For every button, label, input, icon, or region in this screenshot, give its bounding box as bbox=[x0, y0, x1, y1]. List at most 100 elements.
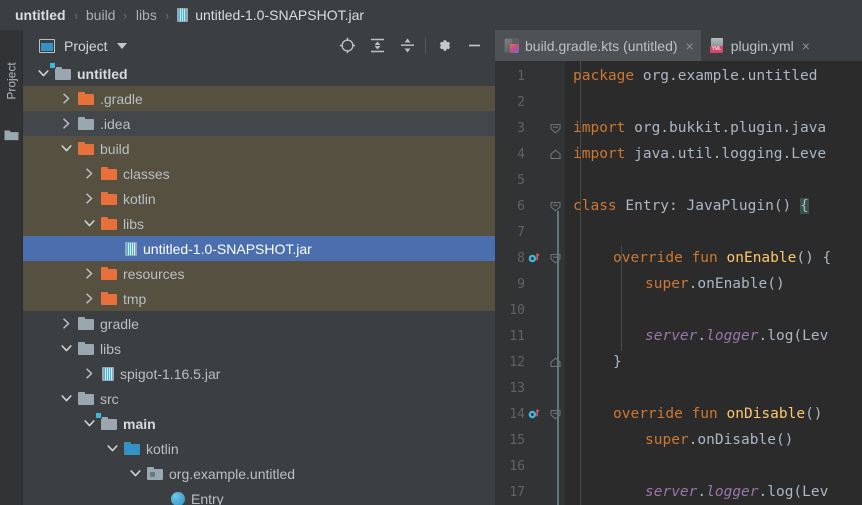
editor-tab[interactable]: build.gradle.kts (untitled)× bbox=[495, 30, 701, 61]
module-folder-icon bbox=[55, 67, 71, 81]
collapse-all-icon[interactable] bbox=[392, 30, 422, 61]
project-panel-title: Project bbox=[64, 38, 108, 54]
line-number: 3 bbox=[495, 121, 525, 136]
fold-collapse-icon[interactable] bbox=[548, 253, 562, 264]
line-number: 10 bbox=[495, 303, 525, 318]
code-token: { bbox=[800, 198, 809, 214]
code-token: logger bbox=[706, 328, 758, 344]
chevron-down-icon[interactable] bbox=[36, 61, 50, 86]
chevron-right-icon[interactable] bbox=[82, 286, 96, 311]
tree-row[interactable]: untitled-1.0-SNAPSHOT.jar bbox=[23, 236, 495, 261]
tree-row[interactable]: untitled bbox=[23, 61, 495, 86]
folder-icon[interactable] bbox=[4, 128, 19, 140]
code-line: override fun onDisable() bbox=[565, 401, 862, 427]
chevron-right-icon[interactable] bbox=[59, 311, 73, 336]
chevron-right-icon[interactable] bbox=[82, 161, 96, 186]
fold-collapse-icon[interactable] bbox=[548, 201, 562, 212]
breadcrumb-item-build[interactable]: build bbox=[84, 7, 118, 23]
editor-gutter[interactable]: 1234567891011121314151617 bbox=[495, 61, 565, 505]
tree-row[interactable]: classes bbox=[23, 161, 495, 186]
gutter-line: 3 bbox=[495, 115, 565, 141]
code-line: } bbox=[565, 349, 862, 375]
tree-row[interactable]: .idea bbox=[23, 111, 495, 136]
chevron-right-icon[interactable] bbox=[59, 111, 73, 136]
breadcrumb-item-untitled-1-0-snapshot-jar[interactable]: untitled-1.0-SNAPSHOT.jar bbox=[193, 7, 366, 23]
code-token: package bbox=[573, 68, 643, 84]
hide-panel-icon[interactable] bbox=[459, 30, 489, 61]
gutter-line: 13 bbox=[495, 375, 565, 401]
fold-end-icon[interactable] bbox=[548, 149, 562, 160]
tree-row-label: kotlin bbox=[146, 441, 179, 457]
chevron-down-icon[interactable] bbox=[117, 43, 127, 49]
tree-row[interactable]: tmp bbox=[23, 286, 495, 311]
chevron-right-icon[interactable] bbox=[82, 361, 96, 386]
tree-row[interactable]: org.example.untitled bbox=[23, 461, 495, 486]
chevron-right-icon[interactable] bbox=[82, 186, 96, 211]
tree-row[interactable]: gradle bbox=[23, 311, 495, 336]
code-token: org.bukkit.plugin.java bbox=[634, 120, 826, 136]
tree-row[interactable]: kotlin bbox=[23, 436, 495, 461]
jar-icon bbox=[125, 242, 137, 256]
chevron-down-icon[interactable] bbox=[128, 461, 142, 486]
project-file-tree[interactable]: untitled.gradle.ideabuildclasseskotlinli… bbox=[23, 61, 495, 505]
tree-row[interactable]: Entry bbox=[23, 486, 495, 505]
folder-icon bbox=[101, 267, 117, 281]
run-gutter-icon[interactable] bbox=[528, 252, 542, 265]
editor-tab-label: plugin.yml bbox=[731, 38, 794, 54]
tree-row[interactable]: .gradle bbox=[23, 86, 495, 111]
chevron-down-icon[interactable] bbox=[59, 136, 73, 161]
tree-indent-spacer bbox=[105, 236, 119, 261]
code-line: override fun onEnable() { bbox=[565, 245, 862, 271]
gradle-kts-file-icon bbox=[504, 38, 519, 53]
tree-row-label: .gradle bbox=[100, 91, 143, 107]
chevron-down-icon[interactable] bbox=[59, 336, 73, 361]
project-window-icon bbox=[39, 39, 55, 53]
code-line: import java.util.logging.Leve bbox=[565, 141, 862, 167]
tool-strip-button-project[interactable]: Project bbox=[0, 36, 23, 126]
code-surface[interactable]: package org.example.untitledimport org.b… bbox=[565, 61, 862, 505]
tree-row[interactable]: resources bbox=[23, 261, 495, 286]
tree-row-label: classes bbox=[123, 166, 170, 182]
code-token: class bbox=[573, 198, 625, 214]
breadcrumb-separator: › bbox=[70, 8, 82, 23]
folder-icon bbox=[101, 292, 117, 306]
editor-area: build.gradle.kts (untitled)×YMLplugin.ym… bbox=[495, 30, 862, 505]
code-token: } bbox=[613, 354, 622, 370]
code-line: server.logger.log(Lev bbox=[565, 323, 862, 349]
fold-end-icon[interactable] bbox=[548, 357, 562, 368]
code-token: JavaPlugin() bbox=[687, 198, 801, 214]
tree-row[interactable]: spigot-1.16.5.jar bbox=[23, 361, 495, 386]
tree-row[interactable]: build bbox=[23, 136, 495, 161]
breadcrumb-item-libs[interactable]: libs bbox=[134, 7, 159, 23]
line-number: 13 bbox=[495, 381, 525, 396]
close-icon[interactable]: × bbox=[802, 39, 810, 53]
tree-row[interactable]: main bbox=[23, 411, 495, 436]
tree-row[interactable]: libs bbox=[23, 211, 495, 236]
chevron-right-icon[interactable] bbox=[82, 261, 96, 286]
editor-body[interactable]: 1234567891011121314151617 package org.ex… bbox=[495, 61, 862, 505]
editor-tab[interactable]: YMLplugin.yml× bbox=[701, 30, 817, 61]
tree-row[interactable]: src bbox=[23, 386, 495, 411]
folder-icon bbox=[78, 117, 94, 131]
tree-row[interactable]: kotlin bbox=[23, 186, 495, 211]
fold-collapse-icon[interactable] bbox=[548, 409, 562, 420]
chevron-down-icon[interactable] bbox=[59, 386, 73, 411]
code-token: server bbox=[645, 328, 697, 344]
fold-collapse-icon[interactable] bbox=[548, 123, 562, 134]
close-icon[interactable]: × bbox=[686, 39, 694, 53]
chevron-down-icon[interactable] bbox=[105, 436, 119, 461]
kotlin-class-icon bbox=[171, 492, 185, 505]
breadcrumb-item-untitled[interactable]: untitled bbox=[13, 7, 68, 23]
select-opened-file-icon[interactable] bbox=[332, 30, 362, 61]
chevron-down-icon[interactable] bbox=[82, 411, 96, 436]
chevron-right-icon[interactable] bbox=[59, 86, 73, 111]
run-gutter-icon[interactable] bbox=[528, 408, 542, 421]
settings-gear-icon[interactable] bbox=[429, 30, 459, 61]
code-line bbox=[565, 453, 862, 479]
code-token: . bbox=[697, 328, 706, 344]
tree-row-label: libs bbox=[100, 341, 121, 357]
expand-all-icon[interactable] bbox=[362, 30, 392, 61]
chevron-down-icon[interactable] bbox=[82, 211, 96, 236]
breadcrumb-separator: › bbox=[161, 8, 173, 23]
tree-row[interactable]: libs bbox=[23, 336, 495, 361]
